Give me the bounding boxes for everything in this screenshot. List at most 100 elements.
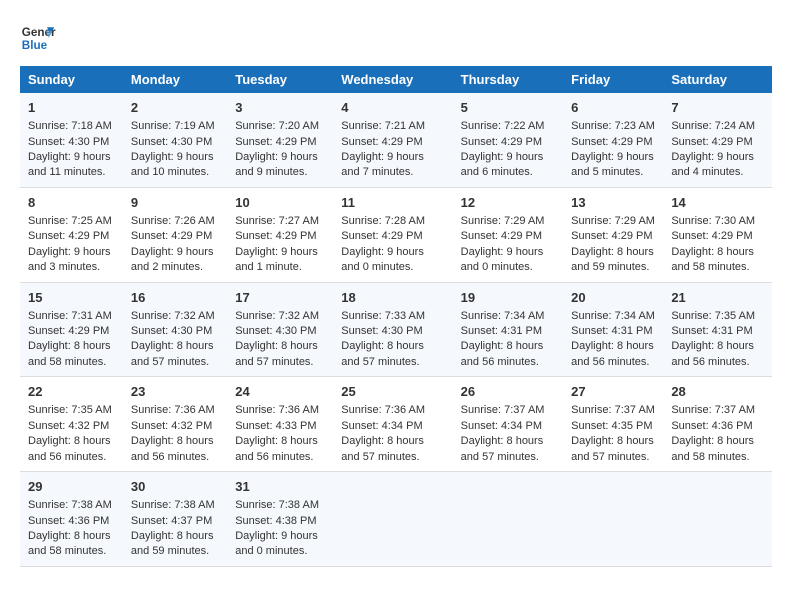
daylight-text: Daylight: 8 hours and 57 minutes. bbox=[131, 340, 214, 367]
daylight-text: Daylight: 9 hours and 10 minutes. bbox=[131, 151, 214, 178]
day-number: 28 bbox=[671, 383, 764, 401]
daylight-text: Daylight: 9 hours and 5 minutes. bbox=[571, 151, 654, 178]
calendar-cell: 3Sunrise: 7:20 AMSunset: 4:29 PMDaylight… bbox=[227, 93, 333, 187]
day-number: 3 bbox=[235, 99, 325, 117]
logo: General Blue bbox=[20, 20, 56, 56]
daylight-text: Daylight: 8 hours and 57 minutes. bbox=[461, 435, 544, 462]
daylight-text: Daylight: 8 hours and 56 minutes. bbox=[461, 340, 544, 367]
day-number: 18 bbox=[341, 289, 444, 307]
calendar-cell: 18Sunrise: 7:33 AMSunset: 4:30 PMDayligh… bbox=[333, 282, 452, 377]
calendar-cell: 5Sunrise: 7:22 AMSunset: 4:29 PMDaylight… bbox=[453, 93, 564, 187]
day-number: 29 bbox=[28, 478, 115, 496]
calendar-cell: 30Sunrise: 7:38 AMSunset: 4:37 PMDayligh… bbox=[123, 472, 227, 567]
sunrise-text: Sunrise: 7:21 AM bbox=[341, 120, 425, 132]
daylight-text: Daylight: 9 hours and 0 minutes. bbox=[341, 246, 424, 273]
day-number: 20 bbox=[571, 289, 655, 307]
weekday-header-sunday: Sunday bbox=[20, 66, 123, 93]
sunrise-text: Sunrise: 7:22 AM bbox=[461, 120, 545, 132]
daylight-text: Daylight: 8 hours and 57 minutes. bbox=[341, 435, 424, 462]
day-number: 8 bbox=[28, 194, 115, 212]
daylight-text: Daylight: 8 hours and 58 minutes. bbox=[28, 340, 111, 367]
day-number: 27 bbox=[571, 383, 655, 401]
sunset-text: Sunset: 4:32 PM bbox=[131, 420, 212, 432]
calendar-cell: 7Sunrise: 7:24 AMSunset: 4:29 PMDaylight… bbox=[663, 93, 772, 187]
sunrise-text: Sunrise: 7:24 AM bbox=[671, 120, 755, 132]
sunrise-text: Sunrise: 7:37 AM bbox=[671, 404, 755, 416]
calendar-table: SundayMondayTuesdayWednesdayThursdayFrid… bbox=[20, 66, 772, 567]
sunset-text: Sunset: 4:29 PM bbox=[341, 230, 422, 242]
sunset-text: Sunset: 4:29 PM bbox=[131, 230, 212, 242]
calendar-cell: 22Sunrise: 7:35 AMSunset: 4:32 PMDayligh… bbox=[20, 377, 123, 472]
calendar-cell: 23Sunrise: 7:36 AMSunset: 4:32 PMDayligh… bbox=[123, 377, 227, 472]
calendar-cell: 27 Sunrise: 7:37 AM Sunset: 4:35 PM Dayligh… bbox=[563, 377, 663, 472]
daylight-text: Daylight: 8 hours and 57 minutes. bbox=[235, 340, 318, 367]
calendar-cell: 25Sunrise: 7:36 AMSunset: 4:34 PMDayligh… bbox=[333, 377, 452, 472]
daylight-text: Daylight: 8 hours and 57 minutes. bbox=[341, 340, 424, 367]
sunset-text: Sunset: 4:29 PM bbox=[341, 136, 422, 148]
sunset-text: Sunset: 4:30 PM bbox=[131, 136, 212, 148]
sunset-text: Sunset: 4:30 PM bbox=[341, 325, 422, 337]
daylight-text: Daylight: 9 hours and 0 minutes. bbox=[461, 246, 544, 273]
sunset-text: Sunset: 4:38 PM bbox=[235, 515, 316, 527]
day-number: 22 bbox=[28, 383, 115, 401]
daylight-text: Daylight: 8 hours and 56 minutes. bbox=[235, 435, 318, 462]
sunset-text: Sunset: 4:31 PM bbox=[461, 325, 542, 337]
sunset-text: Sunset: 4:29 PM bbox=[671, 136, 752, 148]
calendar-cell: 16Sunrise: 7:32 AMSunset: 4:30 PMDayligh… bbox=[123, 282, 227, 377]
weekday-header-row: SundayMondayTuesdayWednesdayThursdayFrid… bbox=[20, 66, 772, 93]
weekday-header-wednesday: Wednesday bbox=[333, 66, 452, 93]
daylight-text: Daylight: 8 hours and 56 minutes. bbox=[131, 435, 214, 462]
calendar-cell: 17Sunrise: 7:32 AMSunset: 4:30 PMDayligh… bbox=[227, 282, 333, 377]
logo-icon: General Blue bbox=[20, 20, 56, 56]
calendar-cell: 28Sunrise: 7:37 AMSunset: 4:36 PMDayligh… bbox=[663, 377, 772, 472]
daylight-text: Daylight: 8 hours and 59 minutes. bbox=[131, 530, 214, 557]
day-number: 15 bbox=[28, 289, 115, 307]
sunrise-text: Sunrise: 7:38 AM bbox=[235, 499, 319, 511]
calendar-cell bbox=[333, 472, 452, 567]
sunset-text: Sunset: 4:34 PM bbox=[461, 420, 542, 432]
sunrise-text: Sunrise: 7:32 AM bbox=[131, 310, 215, 322]
sunset-text: Sunset: 4:29 PM bbox=[461, 136, 542, 148]
calendar-cell bbox=[453, 472, 564, 567]
day-number: 5 bbox=[461, 99, 556, 117]
daylight-text: Daylight: 8 hours and 58 minutes. bbox=[671, 435, 754, 462]
calendar-cell: 15Sunrise: 7:31 AMSunset: 4:29 PMDayligh… bbox=[20, 282, 123, 377]
calendar-cell: 9Sunrise: 7:26 AMSunset: 4:29 PMDaylight… bbox=[123, 187, 227, 282]
sunrise-text: Sunrise: 7:29 AM bbox=[571, 215, 655, 227]
sunset-text: Sunset: 4:30 PM bbox=[28, 136, 109, 148]
week-row-3: 15Sunrise: 7:31 AMSunset: 4:29 PMDayligh… bbox=[20, 282, 772, 377]
calendar-cell: 4Sunrise: 7:21 AMSunset: 4:29 PMDaylight… bbox=[333, 93, 452, 187]
sunset-text: Sunset: 4:29 PM bbox=[461, 230, 542, 242]
calendar-cell: 20Sunrise: 7:34 AMSunset: 4:31 PMDayligh… bbox=[563, 282, 663, 377]
calendar-cell: 31Sunrise: 7:38 AMSunset: 4:38 PMDayligh… bbox=[227, 472, 333, 567]
day-number: 17 bbox=[235, 289, 325, 307]
day-number: 19 bbox=[461, 289, 556, 307]
sunrise-text: Sunrise: 7:32 AM bbox=[235, 310, 319, 322]
weekday-header-thursday: Thursday bbox=[453, 66, 564, 93]
day-number: 11 bbox=[341, 194, 444, 212]
daylight-text: Daylight: 8 hours and 56 minutes. bbox=[28, 435, 111, 462]
daylight-text: Daylight: 8 hours and 57 minutes. bbox=[571, 435, 654, 462]
day-number: 30 bbox=[131, 478, 219, 496]
sunrise-text: Sunrise: 7:25 AM bbox=[28, 215, 112, 227]
sunrise-text: Sunrise: 7:27 AM bbox=[235, 215, 319, 227]
day-number: 24 bbox=[235, 383, 325, 401]
day-number: 16 bbox=[131, 289, 219, 307]
sunrise-text: Sunrise: 7:37 AM bbox=[571, 404, 655, 416]
weekday-header-friday: Friday bbox=[563, 66, 663, 93]
calendar-cell: 11Sunrise: 7:28 AMSunset: 4:29 PMDayligh… bbox=[333, 187, 452, 282]
sunset-text: Sunset: 4:35 PM bbox=[571, 420, 652, 432]
svg-text:Blue: Blue bbox=[22, 39, 48, 52]
daylight-text: Daylight: 8 hours and 56 minutes. bbox=[571, 340, 654, 367]
day-number: 7 bbox=[671, 99, 764, 117]
weekday-header-tuesday: Tuesday bbox=[227, 66, 333, 93]
calendar-cell: 10Sunrise: 7:27 AMSunset: 4:29 PMDayligh… bbox=[227, 187, 333, 282]
daylight-text: Daylight: 8 hours and 56 minutes. bbox=[671, 340, 754, 367]
sunset-text: Sunset: 4:31 PM bbox=[571, 325, 652, 337]
sunrise-text: Sunrise: 7:36 AM bbox=[235, 404, 319, 416]
daylight-text: Daylight: 8 hours and 58 minutes. bbox=[671, 246, 754, 273]
sunrise-text: Sunrise: 7:19 AM bbox=[131, 120, 215, 132]
sunrise-text: Sunrise: 7:36 AM bbox=[131, 404, 215, 416]
calendar-cell: 8Sunrise: 7:25 AMSunset: 4:29 PMDaylight… bbox=[20, 187, 123, 282]
sunset-text: Sunset: 4:32 PM bbox=[28, 420, 109, 432]
